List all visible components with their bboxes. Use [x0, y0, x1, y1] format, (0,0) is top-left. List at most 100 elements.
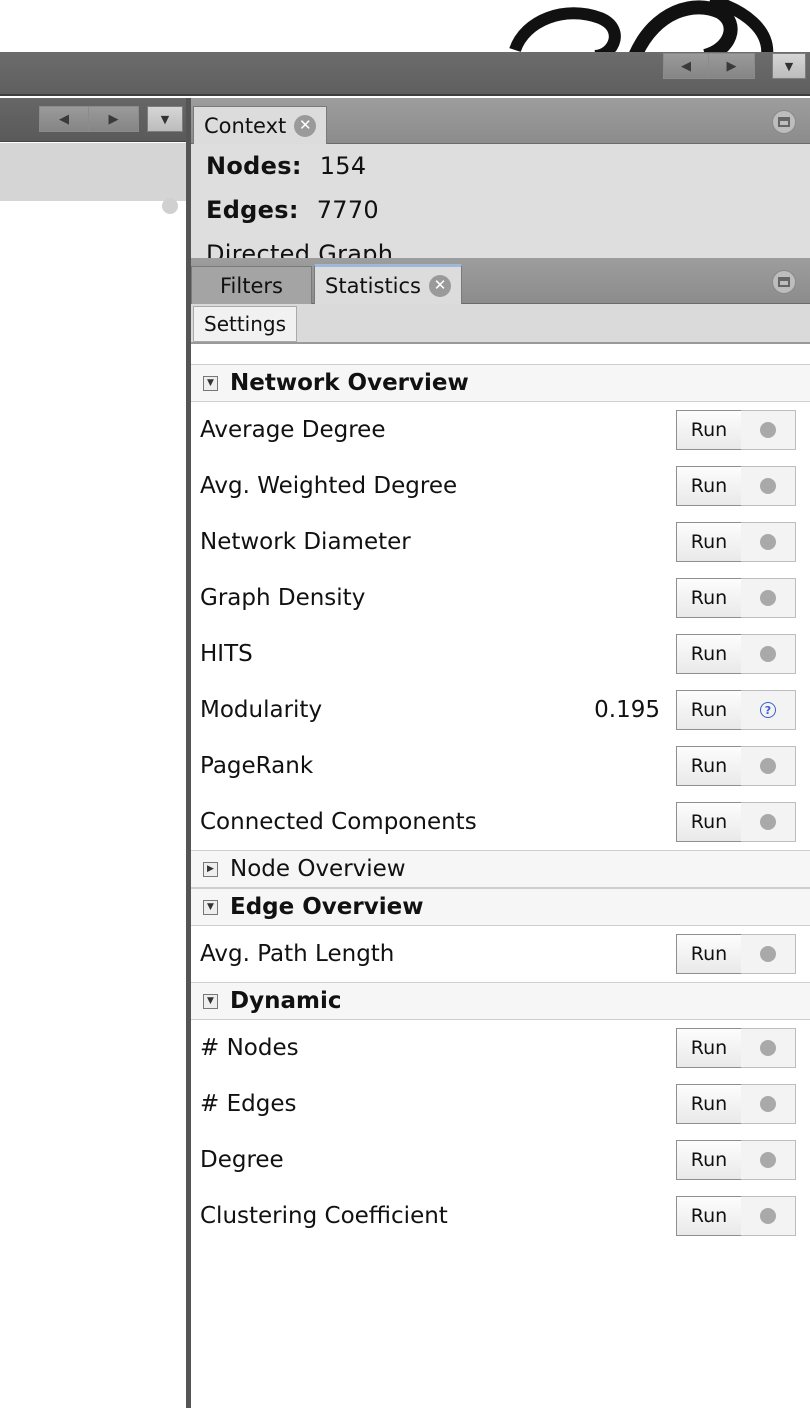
tab-context[interactable]: Context ✕ — [193, 106, 328, 144]
help-button[interactable] — [741, 578, 796, 618]
help-button[interactable] — [741, 410, 796, 450]
tab-filters-label: Filters — [220, 273, 283, 298]
top-nav-group: ◀ ▶ — [663, 53, 755, 79]
left-arrow-icon: ◀ — [59, 111, 69, 127]
tab-context-label: Context — [204, 113, 287, 138]
nodes-value: 154 — [319, 152, 367, 180]
collapse-icon[interactable]: ▼ — [203, 375, 218, 391]
disabled-help-icon — [760, 590, 776, 606]
minimize-icon — [778, 117, 790, 127]
statistic-row: Average Degree Run — [191, 402, 810, 458]
run-button[interactable]: Run — [676, 410, 742, 450]
nodes-label: Nodes: — [206, 152, 302, 180]
edges-line: Edges: 7770 — [206, 188, 795, 232]
report-help-icon: ? — [760, 702, 776, 718]
help-button[interactable]: ? — [741, 690, 796, 730]
top-toolbar: ◀ ▶ ▼ — [0, 52, 810, 96]
chevron-down-icon: ▼ — [784, 59, 794, 73]
run-button[interactable]: Run — [676, 634, 742, 674]
help-button[interactable] — [741, 802, 796, 842]
statistic-row: HITS Run — [191, 626, 810, 682]
top-dropdown-button[interactable]: ▼ — [772, 53, 806, 79]
nav-right-button[interactable]: ▶ — [709, 53, 755, 79]
run-button[interactable]: Run — [676, 690, 742, 730]
statistic-row: PageRank Run — [191, 738, 810, 794]
right-arrow-icon: ▶ — [726, 58, 737, 74]
nav-left-button[interactable]: ◀ — [663, 53, 709, 79]
edges-value: 7770 — [316, 196, 379, 224]
statistic-row: Modularity 0.195 Run? — [191, 682, 810, 738]
disabled-help-icon — [760, 534, 776, 550]
section-title: Node Overview — [230, 856, 406, 882]
left-arrow-icon: ◀ — [681, 58, 691, 74]
section-header[interactable]: ▼ Dynamic — [191, 982, 810, 1020]
disabled-help-icon — [760, 478, 776, 494]
section-header[interactable]: ▼ Edge Overview — [191, 888, 810, 926]
close-icon[interactable]: ✕ — [294, 114, 317, 137]
tab-statistics[interactable]: Statistics ✕ — [314, 264, 462, 304]
disabled-help-icon — [760, 1040, 776, 1056]
section-header[interactable]: ▶ Node Overview — [191, 850, 810, 888]
statistic-row: # Nodes Run — [191, 1020, 810, 1076]
help-button[interactable] — [741, 634, 796, 674]
expand-icon[interactable]: ▶ — [203, 861, 218, 877]
left-panel-strip — [0, 143, 186, 201]
edges-label: Edges: — [206, 196, 299, 224]
run-button[interactable]: Run — [676, 802, 742, 842]
help-button[interactable] — [741, 522, 796, 562]
help-button[interactable] — [741, 1028, 796, 1068]
nodes-line: Nodes: 154 — [206, 144, 795, 188]
disabled-help-icon — [760, 646, 776, 662]
disabled-help-icon — [760, 758, 776, 774]
tab-filters[interactable]: Filters — [191, 266, 312, 304]
help-button[interactable] — [741, 1140, 796, 1180]
statistic-row: # Edges Run — [191, 1076, 810, 1132]
statistic-row: Connected Components Run — [191, 794, 810, 850]
chevron-down-icon: ▼ — [160, 112, 170, 126]
minimize-stats-button[interactable] — [772, 270, 796, 294]
section-title: Network Overview — [230, 370, 469, 396]
left-panel-next-button[interactable]: ▶ — [89, 106, 139, 132]
statistic-row: Clustering Coefficient Run — [191, 1188, 810, 1244]
section-title: Edge Overview — [230, 894, 424, 920]
minimize-context-button[interactable] — [772, 110, 796, 134]
help-button[interactable] — [741, 934, 796, 974]
splitter-handle[interactable] — [162, 198, 178, 214]
run-button[interactable]: Run — [676, 1084, 742, 1124]
right-column: Context ✕ Nodes: 154 Edges: 7770 Directe… — [191, 98, 810, 1408]
collapse-icon[interactable]: ▼ — [203, 993, 218, 1009]
run-button[interactable]: Run — [676, 1140, 742, 1180]
settings-button[interactable]: Settings — [193, 306, 298, 342]
settings-toolbar: Settings — [191, 304, 810, 344]
disabled-help-icon — [760, 1096, 776, 1112]
left-panel-dropdown-button[interactable]: ▼ — [147, 106, 183, 132]
run-button[interactable]: Run — [676, 1196, 742, 1236]
section-header[interactable]: ▼ Network Overview — [191, 364, 810, 402]
run-button[interactable]: Run — [676, 466, 742, 506]
disabled-help-icon — [760, 422, 776, 438]
help-button[interactable] — [741, 466, 796, 506]
disabled-help-icon — [760, 1208, 776, 1224]
left-panel-prev-button[interactable]: ◀ — [39, 106, 89, 132]
right-arrow-icon: ▶ — [108, 111, 119, 127]
statistic-row: Avg. Weighted Degree Run — [191, 458, 810, 514]
close-icon[interactable]: ✕ — [429, 274, 451, 297]
stats-tabbar: Filters Statistics ✕ — [191, 258, 810, 304]
minimize-icon — [778, 277, 790, 287]
help-button[interactable] — [741, 1196, 796, 1236]
help-button[interactable] — [741, 1084, 796, 1124]
context-tabbar: Context ✕ — [191, 98, 810, 144]
run-button[interactable]: Run — [676, 578, 742, 618]
run-button[interactable]: Run — [676, 934, 742, 974]
collapse-icon[interactable]: ▼ — [203, 899, 218, 915]
help-button[interactable] — [741, 746, 796, 786]
statistic-row: Graph Density Run — [191, 570, 810, 626]
run-button[interactable]: Run — [676, 746, 742, 786]
disabled-help-icon — [760, 814, 776, 830]
disabled-help-icon — [760, 946, 776, 962]
run-button[interactable]: Run — [676, 522, 742, 562]
app-logo — [505, 0, 795, 56]
statistic-row: Network Diameter Run — [191, 514, 810, 570]
statistic-row: Avg. Path Length Run — [191, 926, 810, 982]
run-button[interactable]: Run — [676, 1028, 742, 1068]
